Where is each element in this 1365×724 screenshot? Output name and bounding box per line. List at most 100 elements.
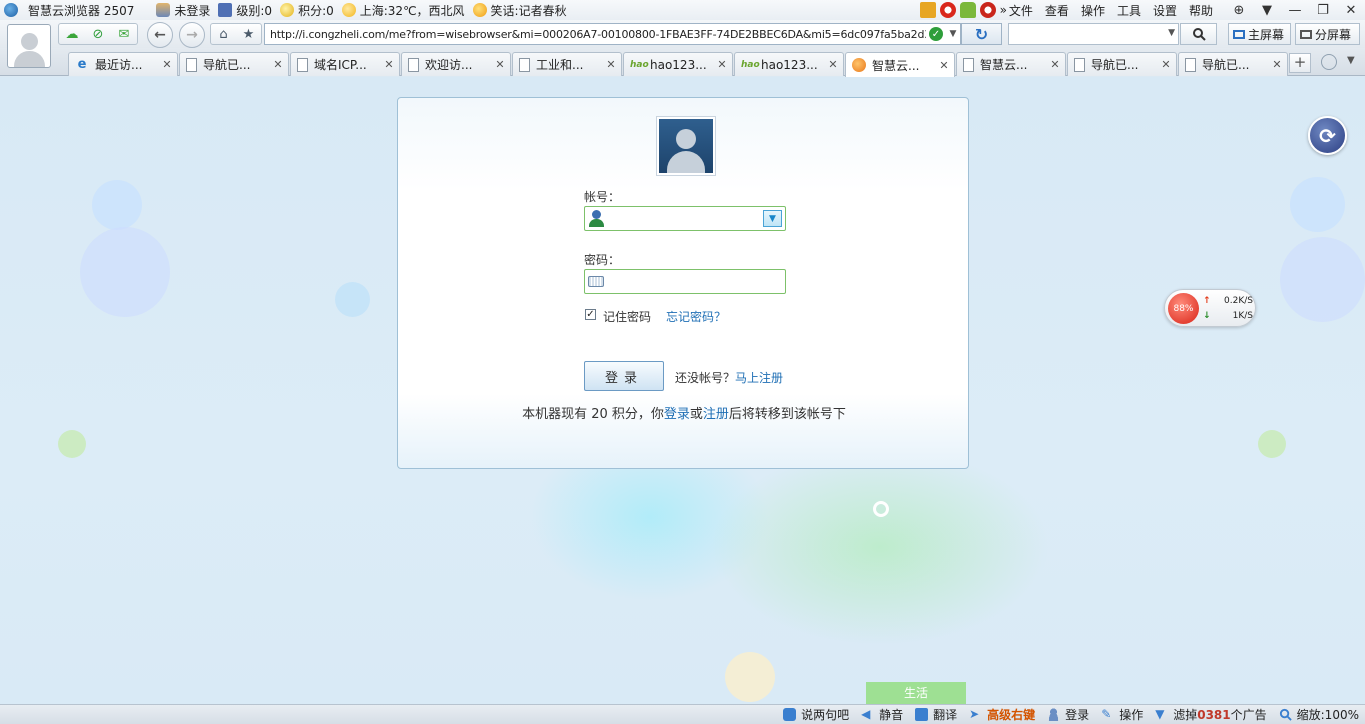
operate-status-item[interactable]: ✎ 操作 [1101, 706, 1143, 723]
zoom-status-item[interactable]: 缩放:100% [1279, 706, 1359, 723]
tab-zhihuiyun-active[interactable]: 智慧云... ✕ [845, 52, 955, 77]
signpost-icon[interactable] [919, 2, 936, 18]
cloud-icon[interactable]: ☁ [59, 24, 85, 44]
tab-label[interactable]: 域名ICP... [314, 56, 383, 73]
right-click-label[interactable]: 高级右键 [987, 706, 1035, 723]
life-tab[interactable]: 生活 [866, 682, 966, 704]
right-click-status-item[interactable]: ➤ 高级右键 [969, 706, 1035, 723]
weibo-icon[interactable] [939, 2, 956, 18]
credit-login-link[interactable]: 登录 [664, 407, 690, 422]
tab-close-icon[interactable]: ✕ [827, 58, 839, 71]
tab-label[interactable]: hao123... [650, 58, 716, 72]
tab-zhihuiyun-2[interactable]: 智慧云... ✕ [956, 52, 1066, 76]
account-field[interactable]: ▼ [584, 206, 786, 231]
new-tab-button[interactable]: + [1289, 53, 1311, 73]
tab-nav-3[interactable]: 导航已... ✕ [1178, 52, 1288, 76]
address-bar[interactable]: http://i.congzheli.com/me?from=wisebrows… [264, 23, 961, 45]
menu-tools[interactable]: 工具 [1117, 2, 1141, 19]
remember-password-checkbox[interactable]: ✓ [585, 309, 596, 320]
tab-hao123-2[interactable]: hao hao123... ✕ [734, 52, 844, 76]
ads-prefix[interactable]: 滤掉 [1173, 706, 1197, 723]
login-status-item[interactable]: 登录 [1047, 706, 1089, 723]
points-text[interactable]: 积分:0 [298, 2, 334, 19]
star-icon[interactable]: ★ [236, 24, 261, 44]
tab-label[interactable]: 欢迎访... [425, 56, 494, 73]
mute-label[interactable]: 静音 [879, 706, 903, 723]
tab-close-icon[interactable]: ✕ [605, 58, 617, 71]
tab-close-icon[interactable]: ✕ [1271, 58, 1283, 71]
level-text[interactable]: 级别:0 [236, 2, 272, 19]
login-status[interactable]: 未登录 [156, 2, 210, 19]
skin-icon[interactable]: ▼ [1253, 0, 1281, 20]
download-icon[interactable]: ⊕ [1225, 0, 1253, 20]
tab-label[interactable]: 智慧云... [980, 56, 1049, 73]
minimize-button[interactable]: — [1281, 0, 1309, 20]
tab-close-icon[interactable]: ✕ [1049, 58, 1061, 71]
register-link[interactable]: 马上注册 [735, 371, 783, 385]
search-input[interactable]: ▼ [1008, 23, 1179, 45]
refresh-button[interactable]: ↻ [961, 23, 1002, 45]
level-indicator[interactable]: 级别:0 [218, 2, 272, 19]
tab-label[interactable]: 导航已... [1091, 56, 1160, 73]
tab-label[interactable]: 导航已... [203, 56, 272, 73]
chat-status-item[interactable]: 说两句吧 [783, 706, 849, 723]
menu-help[interactable]: 帮助 [1189, 2, 1213, 19]
network-speed-widget[interactable]: 88% ↑ 0.2K/S ↓ 1K/S [1164, 289, 1256, 327]
tab-hao123-1[interactable]: hao hao123... ✕ [623, 52, 733, 76]
life-tab-label[interactable]: 生活 [904, 686, 928, 700]
restore-button[interactable]: ❐ [1309, 0, 1337, 20]
ads-suffix[interactable]: 个广告 [1231, 706, 1267, 723]
tab-close-icon[interactable]: ✕ [716, 58, 728, 71]
tab-close-icon[interactable]: ✕ [494, 58, 506, 71]
memory-percent-badge[interactable]: 88% [1168, 293, 1199, 324]
tab-close-icon[interactable]: ✕ [272, 58, 284, 71]
login-button-label[interactable]: 登录 [605, 367, 643, 386]
security-shield-icon[interactable]: ✓ [929, 27, 943, 41]
split-screen-button[interactable]: 分屏幕 [1295, 23, 1360, 45]
tab-close-icon[interactable]: ✕ [383, 58, 395, 71]
forgot-password-link[interactable]: 忘记密码？ [666, 308, 726, 325]
translate-label[interactable]: 翻译 [933, 706, 957, 723]
zoom-label[interactable]: 缩放:100% [1297, 706, 1359, 723]
compass-icon[interactable]: ⊘ [85, 24, 111, 44]
menu-settings[interactable]: 设置 [1153, 2, 1177, 19]
tab-recent[interactable]: e 最近访... ✕ [68, 52, 178, 76]
main-screen-label[interactable]: 主屏幕 [1248, 26, 1284, 43]
record-icon[interactable] [979, 2, 996, 18]
tab-label[interactable]: 智慧云... [872, 57, 938, 74]
ad-filter-status-item[interactable]: ▼ 滤掉 0381 个广告 [1155, 706, 1266, 723]
login-button[interactable]: 登录 [584, 361, 664, 391]
keyboard-icon[interactable] [588, 276, 604, 287]
tab-welcome[interactable]: 欢迎访... ✕ [401, 52, 511, 76]
chevron-down-icon[interactable]: ▼ [946, 29, 960, 39]
user-avatar[interactable] [7, 24, 51, 68]
search-button[interactable] [1180, 23, 1217, 45]
tab-label[interactable]: 最近访... [95, 56, 161, 73]
clock-icon[interactable] [1321, 54, 1337, 70]
credit-register-link[interactable]: 注册 [703, 407, 729, 422]
operate-label[interactable]: 操作 [1119, 706, 1143, 723]
back-button[interactable]: ← [147, 22, 173, 48]
tab-close-icon[interactable]: ✕ [938, 59, 950, 72]
search-engine-dropdown-icon[interactable]: ▼ [1168, 28, 1175, 38]
joke-indicator[interactable]: 笑话:记者春秋 [472, 2, 567, 19]
chat-label[interactable]: 说两句吧 [801, 706, 849, 723]
tab-industry[interactable]: 工业和... ✕ [512, 52, 622, 76]
login-status-text[interactable]: 未登录 [174, 2, 210, 19]
tab-label[interactable]: 导航已... [1202, 56, 1271, 73]
tab-icp[interactable]: 域名ICP... ✕ [290, 52, 400, 76]
main-screen-button[interactable]: 主屏幕 [1228, 23, 1291, 45]
close-button[interactable]: ✕ [1337, 0, 1365, 20]
split-screen-label[interactable]: 分屏幕 [1315, 26, 1351, 43]
chat-icon[interactable]: ✉ [111, 24, 137, 44]
tab-close-icon[interactable]: ✕ [1160, 58, 1172, 71]
address-text[interactable]: http://i.congzheli.com/me?from=wisebrows… [270, 28, 926, 41]
translate-status-item[interactable]: 翻译 [915, 706, 957, 723]
tab-label[interactable]: hao123... [761, 58, 827, 72]
more-menu-icon[interactable]: » [1000, 3, 1007, 17]
tab-list-chevron-icon[interactable]: ▼ [1347, 55, 1355, 66]
weather-text[interactable]: 上海:32℃，西北风 [360, 2, 465, 19]
joke-text[interactable]: 笑话:记者春秋 [491, 2, 567, 19]
account-dropdown-icon[interactable]: ▼ [763, 210, 782, 227]
ads-count[interactable]: 0381 [1197, 708, 1230, 722]
